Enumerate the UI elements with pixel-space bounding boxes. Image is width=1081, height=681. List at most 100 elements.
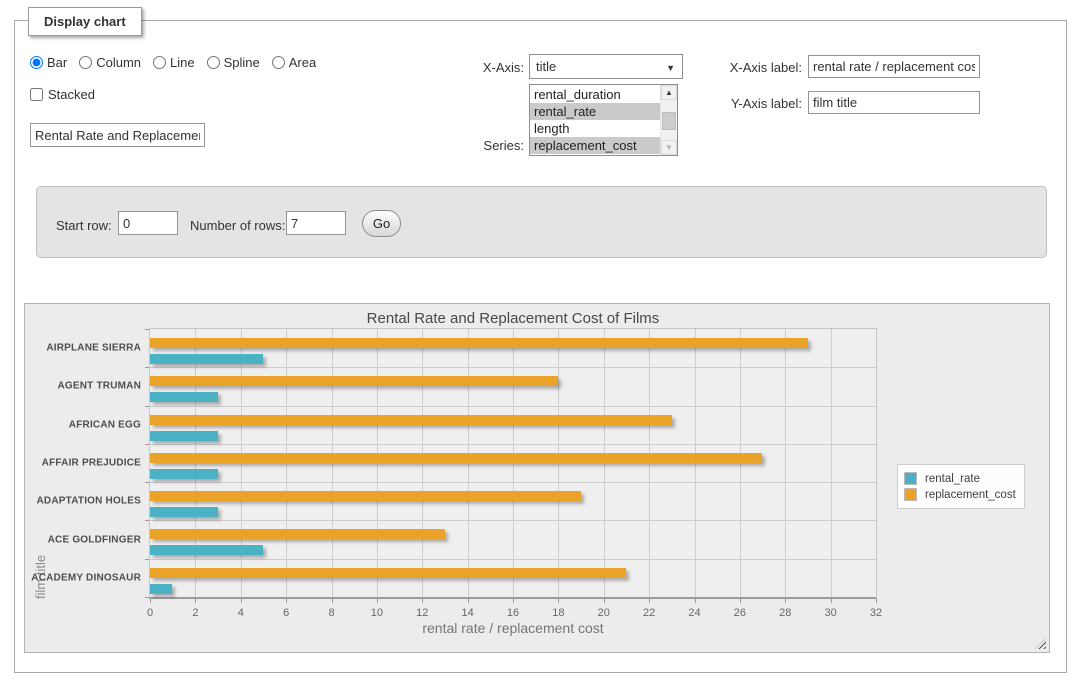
category-row: AGENT TRUMAN	[150, 367, 876, 405]
x-tick-label: 0	[147, 607, 153, 619]
series-option[interactable]: rental_duration	[530, 86, 660, 103]
x-tick	[286, 599, 287, 603]
resize-grip-icon[interactable]	[1035, 638, 1046, 649]
chart-legend: rental_rate replacement_cost	[897, 464, 1025, 509]
y-tick	[145, 482, 149, 483]
x-tick-label: 6	[283, 607, 289, 619]
spline-radio[interactable]	[207, 56, 220, 69]
y-tick	[145, 444, 149, 445]
series-list-label: Series:	[460, 138, 524, 153]
chart-type-option-bar[interactable]: Bar	[30, 55, 67, 70]
series-option[interactable]: length	[530, 120, 660, 137]
chart-type-option-spline[interactable]: Spline	[207, 55, 260, 70]
x-tick	[831, 599, 832, 603]
chart-type-option-area[interactable]: Area	[272, 55, 316, 70]
stacked-checkbox[interactable]	[30, 88, 43, 101]
bar-rental_rate	[150, 469, 218, 479]
num-rows-input[interactable]	[286, 211, 346, 235]
start-row-input[interactable]	[118, 211, 178, 235]
x-tick	[558, 599, 559, 603]
x-tick	[195, 599, 196, 603]
series-option[interactable]: replacement_cost	[530, 137, 660, 154]
x-tick-label: 28	[779, 607, 791, 619]
x-tick-label: 16	[507, 607, 519, 619]
series-option[interactable]: rental_rate	[530, 103, 660, 120]
bar-replacement_cost	[150, 453, 762, 463]
scrollbar-down-arrow-icon[interactable]: ▼	[661, 140, 677, 155]
category-row: ACADEMY DINOSAUR	[150, 559, 876, 597]
bar-rental_rate	[150, 431, 218, 441]
x-tick	[785, 599, 786, 603]
category-row: AFRICAN EGG	[150, 406, 876, 444]
bar-replacement_cost	[150, 491, 581, 501]
y-tick	[145, 329, 149, 330]
chart-title-input[interactable]	[30, 123, 205, 147]
scrollbar-up-arrow-icon[interactable]: ▲	[661, 85, 677, 100]
series-options: rental_durationrental_ratelengthreplacem…	[530, 86, 660, 154]
bar-rental_rate	[150, 545, 263, 555]
category-label: AIRPLANE SIERRA	[46, 343, 141, 354]
series-listbox[interactable]: rental_durationrental_ratelengthreplacem…	[529, 84, 678, 156]
radio-label: Area	[289, 55, 316, 70]
x-axis-select-label: X-Axis:	[460, 60, 524, 75]
chart-type-option-column[interactable]: Column	[79, 55, 141, 70]
category-label: AFRICAN EGG	[69, 419, 141, 430]
category-row: AFFAIR PREJUDICE	[150, 444, 876, 482]
x-tick-label: 32	[870, 607, 882, 619]
category-label: ADAPTATION HOLES	[37, 496, 142, 507]
bar-replacement_cost	[150, 376, 558, 386]
legend-label: replacement_cost	[925, 489, 1016, 501]
y-axis-label-input[interactable]	[808, 91, 980, 114]
x-axis-label-input[interactable]	[808, 55, 980, 78]
area-radio[interactable]	[272, 56, 285, 69]
x-tick	[241, 599, 242, 603]
x-tick-label: 14	[462, 607, 474, 619]
y-tick	[145, 406, 149, 407]
category-label: ACE GOLDFINGER	[48, 534, 141, 545]
x-axis-select[interactable]: title ▼	[529, 54, 683, 79]
bar-radio[interactable]	[30, 56, 43, 69]
stacked-label: Stacked	[48, 87, 95, 102]
select-dropdown-arrow-icon: ▼	[666, 63, 675, 73]
chart-type-option-line[interactable]: Line	[153, 55, 195, 70]
x-tick	[468, 599, 469, 603]
radio-label: Spline	[224, 55, 260, 70]
x-tick-label: 10	[371, 607, 383, 619]
x-tick	[332, 599, 333, 603]
x-tick-label: 22	[643, 607, 655, 619]
go-button[interactable]: Go	[362, 210, 401, 237]
x-tick-label: 18	[552, 607, 564, 619]
bar-rental_rate	[150, 584, 172, 594]
column-radio[interactable]	[79, 56, 92, 69]
x-tick-label: 4	[238, 607, 244, 619]
bar-replacement_cost	[150, 338, 808, 348]
x-tick-label: 30	[825, 607, 837, 619]
x-tick	[604, 599, 605, 603]
category-label: AGENT TRUMAN	[57, 381, 141, 392]
y-tick	[145, 559, 149, 560]
category-row: ACE GOLDFINGER	[150, 520, 876, 558]
legend-label: rental_rate	[925, 473, 980, 485]
x-tick-label: 8	[328, 607, 334, 619]
chart-title: Rental Rate and Replacement Cost of Film…	[149, 310, 877, 327]
radio-label: Bar	[47, 55, 67, 70]
x-axis-selected-value: title	[536, 59, 556, 74]
chart-type-group: Bar Column Line Spline Area	[30, 55, 316, 70]
category-label: ACADEMY DINOSAUR	[31, 572, 141, 583]
stacked-checkbox-row[interactable]: Stacked	[30, 87, 95, 102]
radio-label: Line	[170, 55, 195, 70]
plot-area: 02468101214161820222426283032AIRPLANE SI…	[149, 328, 877, 599]
row-range-panel	[36, 186, 1047, 258]
x-tick	[649, 599, 650, 603]
start-row-label: Start row:	[56, 218, 112, 233]
radio-label: Column	[96, 55, 141, 70]
x-tick-label: 24	[688, 607, 700, 619]
x-tick	[695, 599, 696, 603]
category-label: AFFAIR PREJUDICE	[42, 457, 141, 468]
page: Display chart Bar Column Line Spline Area St…	[0, 0, 1081, 681]
line-radio[interactable]	[153, 56, 166, 69]
scrollbar-thumb[interactable]	[662, 112, 676, 130]
fieldset-legend: Display chart	[28, 7, 142, 36]
category-row: AIRPLANE SIERRA	[150, 329, 876, 367]
series-scrollbar[interactable]: ▲ ▼	[660, 85, 677, 155]
